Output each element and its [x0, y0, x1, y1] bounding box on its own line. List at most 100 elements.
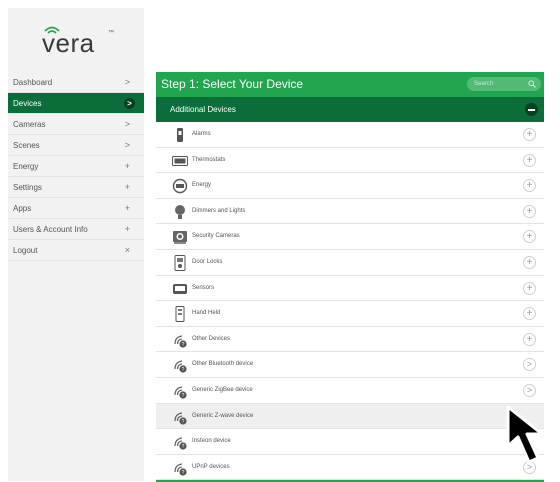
device-row-label: Other Devices	[192, 335, 231, 342]
device-row-sensors[interactable]: Sensors +	[156, 276, 544, 302]
remote-icon	[175, 306, 185, 323]
device-row-dimmers-and-lights[interactable]: Dimmers and Lights +	[156, 199, 544, 225]
trademark: ™	[108, 30, 114, 36]
device-list: Alarms + Thermostats + Energy + Dimmers and Li…	[156, 122, 544, 481]
device-row-insteon-device[interactable]: ? Insteon device	[156, 429, 544, 455]
device-row-other-bluetooth-device[interactable]: ? Other Bluetooth device >	[156, 352, 544, 378]
chevron-right-icon[interactable]: >	[523, 358, 536, 372]
device-row-thermostats[interactable]: Thermostats +	[156, 148, 544, 174]
thermostat-icon	[172, 155, 188, 166]
device-panel: Step 1: Select Your Device Search Additi…	[156, 72, 544, 482]
wireless-device-icon: ?	[174, 386, 187, 399]
wireless-device-icon: ?	[174, 437, 187, 450]
add-plus-icon[interactable]: +	[523, 153, 536, 167]
add-plus-icon[interactable]: +	[523, 307, 536, 321]
svg-text:?: ?	[182, 444, 185, 450]
svg-text:?: ?	[182, 470, 185, 476]
device-row-label: Energy	[192, 182, 212, 189]
energy-meter-icon	[172, 178, 188, 194]
sidebar-item-scenes[interactable]: Scenes >	[8, 135, 144, 156]
logo-text: vera	[42, 28, 95, 58]
device-row-hand-held[interactable]: Hand Held +	[156, 301, 544, 327]
device-row-alarms[interactable]: Alarms +	[156, 122, 544, 148]
device-row-label: Generic ZigBee device	[192, 386, 253, 393]
device-row-label: Sensors	[192, 284, 215, 291]
add-plus-icon[interactable]: +	[523, 230, 536, 244]
chevron-right-icon[interactable]: >	[523, 383, 536, 397]
chevron-right-icon: >	[124, 119, 130, 129]
device-row-energy[interactable]: Energy +	[156, 173, 544, 199]
sidebar-item-label: Users & Account Info	[13, 225, 88, 234]
add-plus-icon[interactable]: +	[523, 204, 536, 218]
chevron-right-icon: >	[124, 140, 130, 150]
sidebar-item-apps[interactable]: Apps +	[8, 198, 144, 219]
device-row-upnp-devices[interactable]: ? UPnP devices >	[156, 455, 544, 481]
sidebar-item-dashboard[interactable]: Dashboard >	[8, 72, 144, 93]
search-placeholder: Search	[474, 81, 494, 87]
svg-text:?: ?	[182, 367, 185, 373]
add-plus-icon[interactable]: +	[523, 332, 536, 346]
sensor-icon	[173, 283, 187, 294]
collapse-minus-icon[interactable]	[525, 103, 538, 116]
section-header[interactable]: Additional Devices	[156, 97, 544, 122]
step-header: Step 1: Select Your Device Search	[156, 72, 544, 97]
mouse-cursor-icon	[506, 405, 544, 464]
device-row-label: Dimmers and Lights	[192, 207, 246, 214]
sidebar-item-cameras[interactable]: Cameras >	[8, 114, 144, 135]
device-row-label: Generic Z-wave device	[192, 412, 254, 419]
vera-logo: vera ™	[8, 8, 144, 72]
device-row-label: Security Cameras	[192, 233, 240, 240]
device-row-security-cameras[interactable]: Security Cameras +	[156, 224, 544, 250]
sidebar-item-devices[interactable]: Devices >	[8, 93, 144, 114]
wireless-device-icon: ?	[174, 411, 187, 425]
wireless-device-icon: ?	[174, 335, 187, 348]
plus-icon: +	[124, 182, 130, 192]
add-plus-icon[interactable]: +	[523, 128, 536, 141]
sidebar-item-label: Devices	[13, 99, 42, 108]
add-plus-icon[interactable]: +	[523, 179, 536, 193]
device-row-door-locks[interactable]: Door Locks +	[156, 250, 544, 276]
plus-icon: +	[124, 224, 130, 234]
sidebar-item-label: Cameras	[13, 120, 46, 129]
svg-text:?: ?	[182, 419, 185, 425]
device-row-label: Alarms	[192, 131, 211, 137]
device-row-label: Insteon device	[192, 438, 231, 445]
sidebar-item-label: Energy	[13, 162, 39, 171]
plus-icon: +	[124, 203, 130, 213]
bulb-icon	[175, 204, 185, 219]
section-title: Additional Devices	[170, 105, 236, 114]
sidebar-item-users-account-info[interactable]: Users & Account Info +	[8, 219, 144, 240]
device-row-label: UPnP devices	[192, 463, 230, 470]
search-input[interactable]: Search	[467, 77, 541, 91]
device-row-label: Hand Held	[192, 310, 221, 317]
search-icon[interactable]	[528, 80, 536, 88]
chevron-right-icon: >	[124, 98, 135, 109]
add-plus-icon[interactable]: +	[523, 255, 536, 269]
device-row-label: Other Bluetooth device	[192, 361, 254, 368]
device-row-generic-zigbee-device[interactable]: ? Generic ZigBee device >	[156, 378, 544, 404]
sidebar-item-label: Settings	[13, 183, 42, 192]
device-row-label: Door Locks	[192, 258, 223, 265]
door-lock-icon	[174, 254, 186, 271]
close-icon: ×	[124, 245, 130, 255]
sidebar-item-label: Scenes	[13, 141, 40, 150]
svg-text:?: ?	[182, 393, 185, 399]
step-title: Step 1: Select Your Device	[161, 77, 304, 91]
sidebar-item-energy[interactable]: Energy +	[8, 156, 144, 177]
sidebar-item-label: Dashboard	[13, 78, 53, 87]
sidebar-item-logout[interactable]: Logout ×	[8, 240, 144, 261]
plus-icon: +	[124, 161, 130, 171]
sidebar-nav: Dashboard > Devices > Cameras > Scenes > Energy +…	[8, 72, 144, 261]
svg-text:?: ?	[182, 342, 185, 348]
alarm-icon	[177, 128, 183, 142]
camera-icon	[173, 231, 187, 245]
device-row-other-devices[interactable]: ? Other Devices +	[156, 327, 544, 353]
sidebar: vera ™ Dashboard > Devices > Cameras > Scenes >…	[8, 8, 144, 481]
device-row-label: Thermostats	[192, 156, 226, 163]
device-row-generic-z-wave-device[interactable]: ? Generic Z-wave device	[156, 403, 544, 430]
sidebar-item-label: Apps	[13, 204, 32, 213]
chevron-right-icon: >	[124, 77, 130, 87]
wireless-device-icon: ?	[174, 463, 187, 476]
add-plus-icon[interactable]: +	[523, 281, 536, 295]
sidebar-item-settings[interactable]: Settings +	[8, 177, 144, 198]
